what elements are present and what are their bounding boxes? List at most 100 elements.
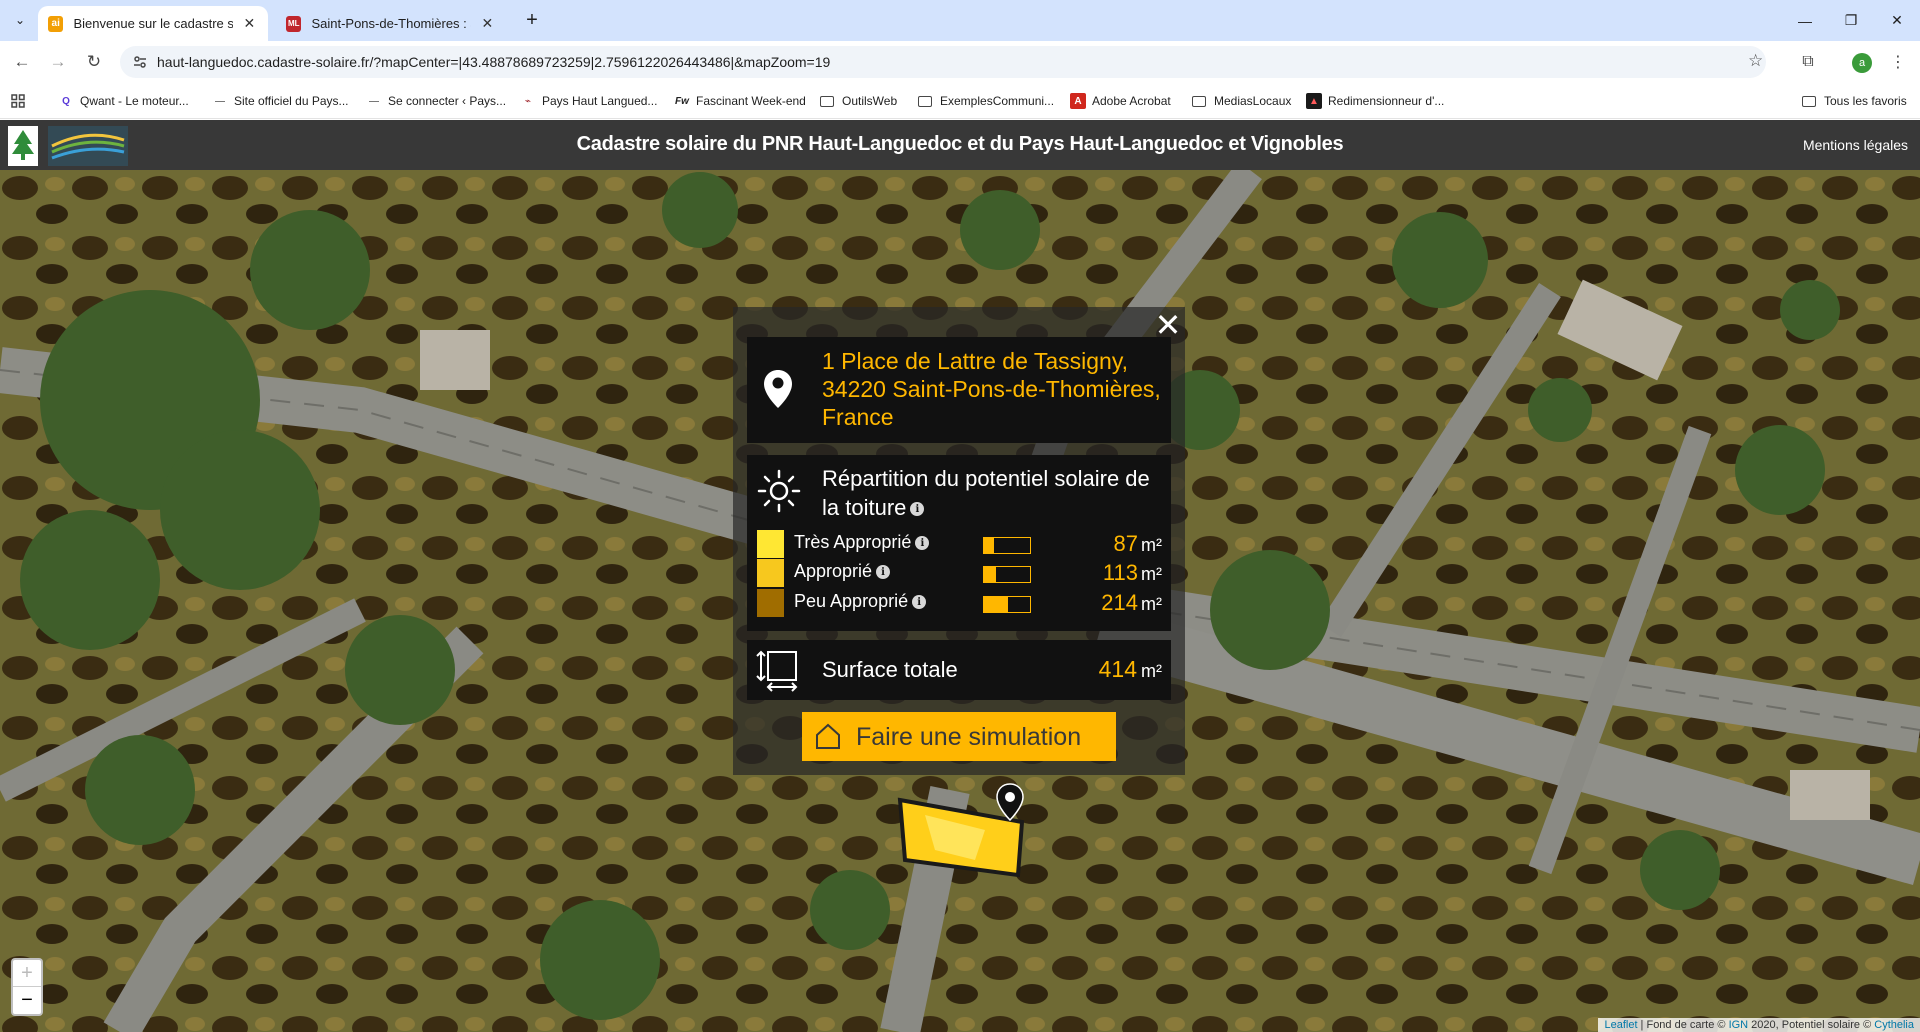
tab-title: Bienvenue sur le cadastre solaire: [73, 16, 233, 31]
close-window-icon[interactable]: ✕: [1874, 0, 1920, 41]
solar-distribution-section: Répartition du potentiel solaire de la t…: [747, 455, 1171, 631]
surface-area-icon: [756, 650, 798, 692]
map-attribution: Leaflet | Fond de carte © IGN 2020, Pote…: [1598, 1018, 1920, 1032]
suitability-value: 113 m²: [1102, 560, 1162, 585]
bookmark-label: Tous les favoris: [1824, 94, 1907, 108]
bookmark-label: OutilsWeb: [842, 94, 898, 108]
bookmark-item[interactable]: ExemplesCommuni...: [918, 91, 1054, 111]
bookmark-label: ExemplesCommuni...: [940, 94, 1055, 108]
folder-icon: [1192, 95, 1206, 107]
distribution-heading: Répartition du potentiel solaire de la t…: [822, 464, 1162, 522]
total-surface-label: Surface totale: [822, 657, 958, 682]
suitability-bar-fill: [984, 567, 997, 582]
back-icon[interactable]: ←: [10, 50, 34, 74]
bookmark-item[interactable]: Q Qwant - Le moteur...: [58, 91, 189, 111]
bookmark-label: Se connecter ‹ Pays...: [388, 94, 507, 108]
suitability-label: Peu Approprié i: [794, 591, 927, 612]
bookmark-item[interactable]: ⌁ Pays Haut Langued...: [520, 91, 657, 111]
bookmark-label: Fascinant Week-end: [696, 94, 806, 108]
dash-icon: —: [215, 95, 225, 107]
bookmark-label: Qwant - Le moteur...: [80, 94, 189, 108]
minimize-icon[interactable]: —: [1782, 0, 1828, 41]
acrobat-icon: A: [1070, 93, 1086, 109]
attribution-text: 2020, Potentiel solaire ©: [1748, 1019, 1875, 1031]
bookmark-item[interactable]: A Adobe Acrobat: [1070, 91, 1171, 111]
suitability-value: 214 m²: [1101, 590, 1162, 615]
ign-link[interactable]: IGN: [1729, 1019, 1749, 1031]
sun-icon: [757, 469, 801, 513]
tab-close-icon[interactable]: ✕: [241, 15, 258, 33]
zoom-in-button[interactable]: +: [13, 960, 41, 987]
bookmark-label: Redimensionneur d'...: [1328, 94, 1445, 108]
suitability-bar: [983, 566, 1031, 583]
app-header: Cadastre solaire du PNR Haut-Languedoc e…: [0, 120, 1920, 170]
browser-tab-bar: ⌄ ai Bienvenue sur le cadastre solaire ✕…: [0, 0, 1920, 41]
tab-favicon-icon: ai: [48, 15, 64, 32]
fw-icon: Fw: [675, 95, 689, 107]
bookmarks-bar: Q Qwant - Le moteur... — Site officiel d…: [0, 83, 1920, 119]
info-icon[interactable]: i: [912, 595, 927, 610]
color-swatch: [757, 589, 784, 617]
all-bookmarks[interactable]: Tous les favoris: [1802, 91, 1907, 111]
location-pin-icon: [764, 370, 792, 408]
bookmark-label: Pays Haut Langued...: [542, 94, 658, 108]
total-surface-section: Surface totale 414 m²: [747, 640, 1171, 700]
bookmark-label: MediasLocaux: [1214, 94, 1292, 108]
total-surface-value: 414 m²: [1098, 656, 1162, 682]
address-section: 1 Place de Lattre de Tassigny, 34220 Sai…: [747, 337, 1171, 443]
tab-title: Saint-Pons-de-Thomières : au P: [311, 16, 470, 31]
qwant-icon: Q: [62, 95, 70, 107]
tab-search-dropdown-icon[interactable]: ⌄: [8, 8, 32, 32]
cythelia-link[interactable]: Cythelia: [1874, 1019, 1914, 1031]
page-title: Cadastre solaire du PNR Haut-Languedoc e…: [576, 133, 1344, 155]
suitability-bar-fill: [984, 597, 1008, 612]
map-marker-icon[interactable]: [996, 783, 1024, 821]
bookmark-item[interactable]: MediasLocaux: [1192, 91, 1291, 111]
apps-grid-icon[interactable]: [10, 91, 26, 111]
tab-favicon-icon: ML: [286, 15, 302, 32]
forward-icon[interactable]: →: [46, 50, 70, 74]
dash-icon: —: [369, 95, 379, 107]
leaflet-link[interactable]: Leaflet: [1604, 1019, 1637, 1031]
tab-cadastre[interactable]: ai Bienvenue sur le cadastre solaire ✕: [38, 6, 268, 41]
suitability-bar: [983, 596, 1031, 613]
info-icon[interactable]: i: [915, 536, 930, 551]
extensions-icon[interactable]: ⧉: [1796, 50, 1820, 74]
folder-icon: [820, 95, 834, 107]
site-settings-icon[interactable]: [132, 54, 148, 70]
restore-icon[interactable]: ❐: [1828, 0, 1874, 41]
suitability-row-suitable: Approprié i 113 m²: [757, 559, 1163, 587]
bookmark-item[interactable]: Fw Fascinant Week-end: [674, 91, 806, 111]
resize-icon: ▲: [1306, 93, 1322, 109]
new-tab-icon[interactable]: +: [520, 8, 544, 32]
info-icon[interactable]: i: [910, 502, 925, 517]
profile-avatar[interactable]: a: [1852, 53, 1872, 73]
color-swatch: [757, 530, 784, 558]
simulation-button[interactable]: Faire une simulation: [802, 712, 1116, 761]
menu-kebab-icon[interactable]: ⋮: [1886, 50, 1910, 74]
color-swatch: [757, 559, 784, 587]
tab-close-icon[interactable]: ✕: [479, 15, 496, 33]
browser-toolbar: ← → ↻ haut-languedoc.cadastre-solaire.fr…: [0, 41, 1920, 83]
info-icon[interactable]: i: [876, 565, 891, 580]
tab-saint-pons[interactable]: ML Saint-Pons-de-Thomières : au P ✕: [276, 6, 506, 41]
reload-icon[interactable]: ↻: [82, 50, 106, 74]
distribution-title: Répartition du potentiel solaire de la t…: [822, 466, 1150, 520]
zoom-out-button[interactable]: −: [13, 987, 41, 1014]
bookmark-item[interactable]: ▲ Redimensionneur d'...: [1306, 91, 1444, 111]
zoom-control: + −: [11, 958, 43, 1016]
bookmark-star-icon[interactable]: ☆: [1748, 51, 1763, 71]
simulation-button-label: Faire une simulation: [856, 723, 1082, 751]
bookmark-item[interactable]: OutilsWeb: [820, 91, 897, 111]
bookmark-item[interactable]: — Se connecter ‹ Pays...: [366, 91, 506, 111]
suitability-label: Approprié i: [794, 561, 891, 582]
home-icon: [816, 723, 840, 749]
folder-icon: [1802, 95, 1816, 107]
legal-notice-link[interactable]: Mentions légales: [1803, 137, 1908, 153]
address-bar[interactable]: haut-languedoc.cadastre-solaire.fr/?mapC…: [120, 46, 1766, 78]
wine-icon: ⌁: [524, 95, 532, 107]
suitability-bar-fill: [984, 538, 994, 553]
bookmark-item[interactable]: — Site officiel du Pays...: [212, 91, 349, 111]
url-text: haut-languedoc.cadastre-solaire.fr/?mapC…: [157, 54, 831, 70]
suitability-row-very: Très Approprié i 87 m²: [757, 530, 1163, 558]
